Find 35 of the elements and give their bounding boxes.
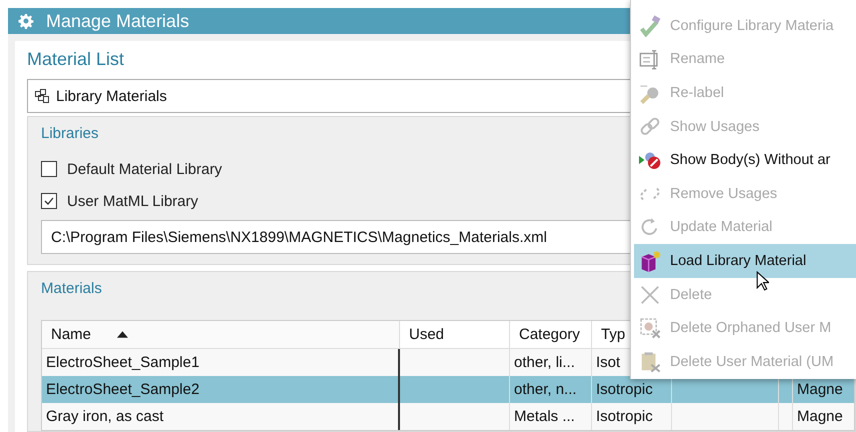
- table-cell: Isot: [596, 354, 620, 371]
- table-cell: Gray iron, as cast: [46, 408, 164, 425]
- column-header[interactable]: Name: [42, 321, 400, 348]
- table-cell: Magne: [797, 381, 843, 398]
- table-cell: Isotropic: [596, 381, 653, 398]
- column-header[interactable]: Category: [510, 321, 592, 348]
- sort-ascending-icon: [117, 331, 128, 338]
- clipboard-cross-icon: [639, 350, 661, 373]
- table-cell: other, li...: [514, 354, 575, 371]
- table-cell: ElectroSheet_Sample1: [46, 354, 200, 371]
- cursor-icon: [756, 271, 769, 292]
- cubes-icon: [34, 88, 50, 104]
- group-title: Libraries: [41, 124, 99, 144]
- table-row[interactable]: Gray iron, as cast Metals ... Isotropic Magne: [42, 403, 854, 430]
- check-tag-icon: [639, 14, 661, 37]
- table-cell: Metals ...: [514, 408, 575, 425]
- checkbox[interactable]: [41, 193, 57, 209]
- table-row[interactable]: ElectroSheet_Sample2 other, n... Isotropic Magne: [42, 376, 854, 403]
- delete-icon: [639, 284, 661, 306]
- group-title: Materials: [41, 279, 102, 299]
- window-title: Manage Materials: [46, 10, 190, 32]
- checkbox[interactable]: [41, 161, 57, 177]
- column-header[interactable]: Used: [400, 321, 510, 348]
- table-cell: Isotropic: [596, 408, 653, 425]
- checkbox-label: Default Material Library: [67, 160, 222, 178]
- link-icon: [639, 116, 661, 138]
- menu-item[interactable]: Show Body(s) Without ar: [631, 143, 856, 177]
- table-cell: Magne: [797, 408, 843, 425]
- table-cell: other, n...: [514, 381, 577, 398]
- gear-icon: [18, 13, 34, 29]
- table-cell: ElectroSheet_Sample2: [46, 381, 200, 398]
- cross-frame-icon: [639, 317, 661, 340]
- section-title: Material List: [27, 48, 124, 71]
- sparkle-box-icon: [639, 250, 661, 272]
- checkbox-label: User MatML Library: [67, 192, 198, 210]
